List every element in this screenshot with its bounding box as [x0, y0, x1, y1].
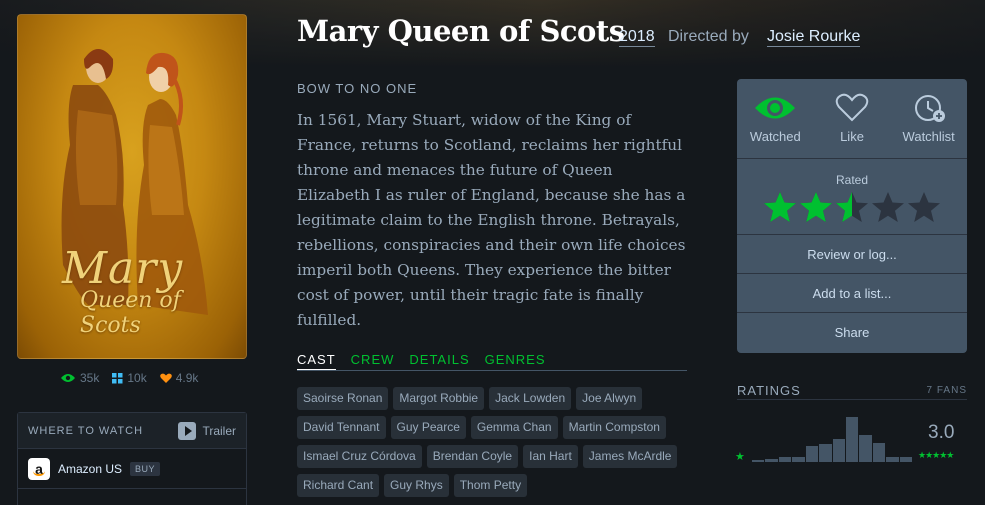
cast-chip[interactable]: Thom Petty: [453, 474, 528, 497]
film-poster[interactable]: Mary Queen of Scots: [17, 14, 247, 359]
rating-section: Rated: [737, 159, 967, 235]
like-button[interactable]: Like: [814, 79, 891, 158]
rated-label: Rated: [835, 173, 869, 187]
histogram-bar[interactable]: [886, 457, 899, 462]
max-rating-stars-icon: ★★★★★: [918, 450, 954, 460]
poster-title-line2: Queen of Scots: [80, 288, 181, 338]
likes-stat[interactable]: 4.9k: [159, 371, 199, 385]
tab-cast[interactable]: CAST: [297, 352, 336, 370]
trailer-button[interactable]: Trailer: [178, 421, 236, 440]
star-icon[interactable]: [835, 191, 869, 223]
rating-stars[interactable]: [737, 191, 967, 223]
trailer-label: Trailer: [202, 423, 236, 438]
play-icon: [178, 421, 197, 440]
heart-outline-icon: [835, 93, 869, 122]
heart-icon: [159, 373, 172, 383]
cast-chip[interactable]: Gemma Chan: [470, 416, 558, 439]
service-amazon-us[interactable]: a Amazon US BUY: [18, 449, 246, 489]
film-year-link[interactable]: 2018: [619, 28, 655, 47]
film-stats: 35k 10k 4.9k: [60, 371, 220, 385]
cast-chip[interactable]: James McArdle: [582, 445, 678, 468]
ratings-title: RATINGS: [737, 383, 801, 398]
watched-stat[interactable]: 35k: [60, 371, 99, 385]
star-icon[interactable]: [799, 191, 833, 223]
histogram-bar[interactable]: [765, 459, 778, 462]
service-name: Amazon US: [58, 461, 123, 476]
amazon-logo-icon: a: [28, 457, 50, 480]
min-rating-star-icon: ★: [735, 451, 745, 463]
share-button[interactable]: Share: [737, 313, 967, 352]
cast-chip[interactable]: Richard Cant: [297, 474, 380, 497]
where-to-watch-panel: WHERE TO WATCH Trailer a Amazon US BUY: [17, 412, 247, 505]
watched-button[interactable]: Watched: [737, 79, 814, 158]
watchlist-clock-icon: [914, 95, 945, 122]
review-or-log-button[interactable]: Review or log...: [737, 235, 967, 274]
histogram-bar[interactable]: [805, 446, 819, 462]
histogram-bar[interactable]: [899, 457, 913, 462]
watchlist-button[interactable]: Watchlist: [890, 79, 967, 158]
poster-title: Mary Queen of Scots: [62, 243, 232, 338]
histogram-bar[interactable]: [859, 435, 872, 462]
directed-by-label: Directed by: [668, 28, 749, 45]
histogram-bar[interactable]: [845, 417, 859, 462]
cast-chip[interactable]: Joe Alwyn: [576, 387, 643, 410]
add-to-list-button[interactable]: Add to a list...: [737, 274, 967, 313]
tab-crew[interactable]: CREW: [351, 352, 395, 370]
cast-chip[interactable]: Jack Lowden: [489, 387, 572, 410]
grid-icon: [112, 372, 123, 383]
cast-chip[interactable]: Margot Robbie: [393, 387, 485, 410]
likes-count: 4.9k: [175, 371, 199, 385]
tab-genres[interactable]: GENRES: [485, 352, 546, 370]
star-icon[interactable]: [907, 191, 941, 223]
film-title: Mary Queen of Scots: [297, 14, 625, 48]
buy-badge[interactable]: BUY: [130, 461, 161, 476]
film-tabs: CAST CREW DETAILS GENRES: [297, 352, 687, 371]
fans-link[interactable]: 7 FANS: [927, 383, 967, 399]
star-icon[interactable]: [871, 191, 905, 223]
actions-panel: Watched Like Watchlist Rated Review or l…: [737, 79, 967, 353]
poster-title-line1: Mary: [62, 243, 184, 294]
cast-list: Saoirse Ronan Margot Robbie Jack Lowden Joe…: [297, 387, 689, 497]
cast-chip[interactable]: Ismael Cruz Córdova: [297, 445, 422, 468]
average-rating[interactable]: 3.0: [928, 422, 954, 444]
watchlist-label: Watchlist: [902, 129, 955, 144]
lists-stat[interactable]: 10k: [112, 371, 147, 385]
director-link[interactable]: Josie Rourke: [767, 28, 861, 47]
tab-details[interactable]: DETAILS: [409, 352, 469, 370]
histogram-bar[interactable]: [819, 444, 832, 462]
cast-chip[interactable]: Guy Pearce: [390, 416, 466, 439]
film-tagline: BOW TO NO ONE: [297, 81, 418, 96]
star-icon[interactable]: [763, 191, 797, 223]
cast-chip[interactable]: Ian Hart: [523, 445, 578, 468]
ratings-header: RATINGS 7 FANS: [737, 383, 967, 400]
cast-chip[interactable]: Guy Rhys: [384, 474, 449, 497]
cast-chip[interactable]: Martin Compston: [562, 416, 666, 439]
histogram-bar[interactable]: [832, 439, 845, 462]
histogram-bar[interactable]: [752, 460, 765, 462]
cast-chip[interactable]: Saoirse Ronan: [297, 387, 389, 410]
action-buttons: Watched Like Watchlist: [737, 79, 967, 159]
lists-count: 10k: [127, 371, 147, 385]
watched-count: 35k: [80, 371, 100, 385]
histogram-bar[interactable]: [792, 457, 805, 462]
histogram-bar[interactable]: [872, 443, 886, 462]
eye-icon: [61, 374, 75, 382]
where-to-watch-header: WHERE TO WATCH Trailer: [18, 413, 246, 449]
histogram-bar[interactable]: [778, 457, 792, 462]
eye-icon: [755, 97, 796, 119]
cast-chip[interactable]: Brendan Coyle: [426, 445, 519, 468]
film-synopsis: In 1561, Mary Stuart, widow of the King …: [297, 111, 686, 329]
ratings-histogram[interactable]: [752, 414, 913, 462]
cast-chip[interactable]: David Tennant: [297, 416, 386, 439]
where-to-watch-title: WHERE TO WATCH: [28, 424, 144, 437]
watched-label: Watched: [749, 129, 801, 144]
like-label: Like: [840, 129, 864, 144]
